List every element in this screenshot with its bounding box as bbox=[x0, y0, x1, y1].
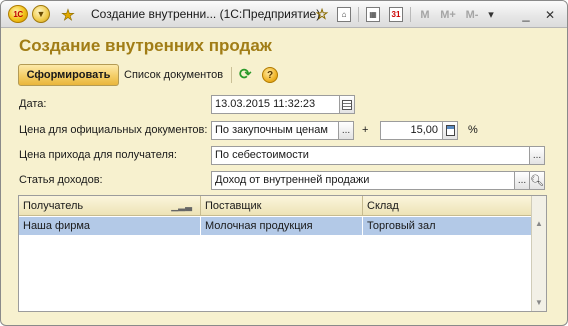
calendar-icon bbox=[342, 99, 352, 110]
official-price-select-button[interactable]: ... bbox=[338, 121, 354, 140]
toolbar-separator bbox=[358, 7, 359, 22]
receipt-price-field[interactable]: По себестоимости bbox=[211, 146, 530, 165]
percent-sign-label: % bbox=[468, 124, 478, 136]
markup-percent-field[interactable]: 15,00 bbox=[380, 121, 443, 140]
history-icon[interactable]: ⌂ bbox=[337, 7, 351, 22]
table-header: Получатель ▁▂▃ Поставщик Склад bbox=[19, 196, 531, 216]
memory-minus-button[interactable]: M- bbox=[463, 5, 481, 24]
memory-plus-button[interactable]: M+ bbox=[439, 5, 457, 24]
app-window: 1C ▼ ★ Создание внутренни... (1С:Предпри… bbox=[0, 0, 568, 326]
date-field[interactable]: 13.03.2015 11:32:23 bbox=[211, 95, 340, 114]
receipt-price-label: Цена прихода для получателя: bbox=[19, 149, 177, 161]
calculator-icon bbox=[445, 125, 455, 136]
main-menu-button[interactable]: ▼ bbox=[32, 5, 50, 23]
income-item-select-button[interactable]: ... bbox=[514, 171, 530, 190]
income-item-search-button[interactable]: 🔍︎ bbox=[529, 171, 545, 190]
command-separator bbox=[231, 67, 232, 83]
date-label: Дата: bbox=[19, 98, 47, 110]
recipients-table[interactable]: Получатель ▁▂▃ Поставщик Склад Наша фирм… bbox=[18, 195, 547, 312]
window-title: Создание внутренни... (1С:Предприятие) bbox=[91, 7, 321, 21]
income-item-label: Статья доходов: bbox=[19, 174, 103, 186]
cell-recipient[interactable]: Наша фирма bbox=[19, 217, 201, 235]
1c-logo-icon[interactable]: 1C bbox=[8, 5, 28, 23]
favorite-star-icon[interactable]: ★ bbox=[59, 5, 77, 24]
cell-warehouse[interactable]: Торговый зал bbox=[363, 217, 531, 235]
plus-label: + bbox=[362, 124, 369, 136]
search-icon: 🔍︎ bbox=[530, 175, 544, 187]
scroll-up-icon[interactable]: ▲ bbox=[532, 216, 546, 230]
calculator-icon[interactable]: ▦ bbox=[366, 7, 380, 22]
memory-m-button[interactable]: M bbox=[419, 5, 431, 24]
table-row[interactable]: Наша фирма Молочная продукция Торговый з… bbox=[19, 217, 531, 235]
toolbar-menu-arrow-icon[interactable]: ▾ bbox=[485, 5, 497, 24]
income-item-field[interactable]: Доход от внутренней продажи bbox=[211, 171, 515, 190]
toolbar-separator bbox=[410, 7, 411, 22]
page-title: Создание внутренних продаж bbox=[19, 36, 272, 55]
calendar-icon[interactable]: 31 bbox=[389, 7, 403, 22]
sort-icon: ▁▂▃ bbox=[171, 201, 192, 211]
scroll-down-icon[interactable]: ▼ bbox=[532, 295, 546, 309]
column-header-recipient[interactable]: Получатель ▁▂▃ bbox=[19, 196, 201, 216]
cell-supplier[interactable]: Молочная продукция bbox=[201, 217, 363, 235]
date-calendar-button[interactable] bbox=[339, 95, 355, 114]
official-price-label: Цена для официальных документов: bbox=[19, 124, 208, 136]
close-button[interactable]: ✕ bbox=[543, 5, 557, 24]
documents-list-button[interactable]: Список документов bbox=[124, 69, 223, 81]
title-bar: 1C ▼ ★ Создание внутренни... (1С:Предпри… bbox=[1, 1, 567, 28]
add-to-favorites-icon[interactable]: ☆ bbox=[313, 5, 331, 24]
help-icon[interactable]: ? bbox=[262, 67, 278, 83]
generate-button[interactable]: Сформировать bbox=[18, 64, 119, 86]
official-price-field[interactable]: По закупочным ценам bbox=[211, 121, 339, 140]
refresh-icon[interactable]: ⟳ bbox=[239, 65, 252, 83]
table-vertical-scrollbar[interactable]: ▲ ▼ bbox=[531, 196, 546, 311]
receipt-price-select-button[interactable]: ... bbox=[529, 146, 545, 165]
column-header-supplier[interactable]: Поставщик bbox=[201, 196, 363, 216]
column-header-warehouse[interactable]: Склад bbox=[363, 196, 531, 216]
column-header-label: Получатель bbox=[23, 200, 84, 212]
minimize-button[interactable]: _ bbox=[519, 5, 533, 24]
markup-calculator-button[interactable] bbox=[442, 121, 458, 140]
